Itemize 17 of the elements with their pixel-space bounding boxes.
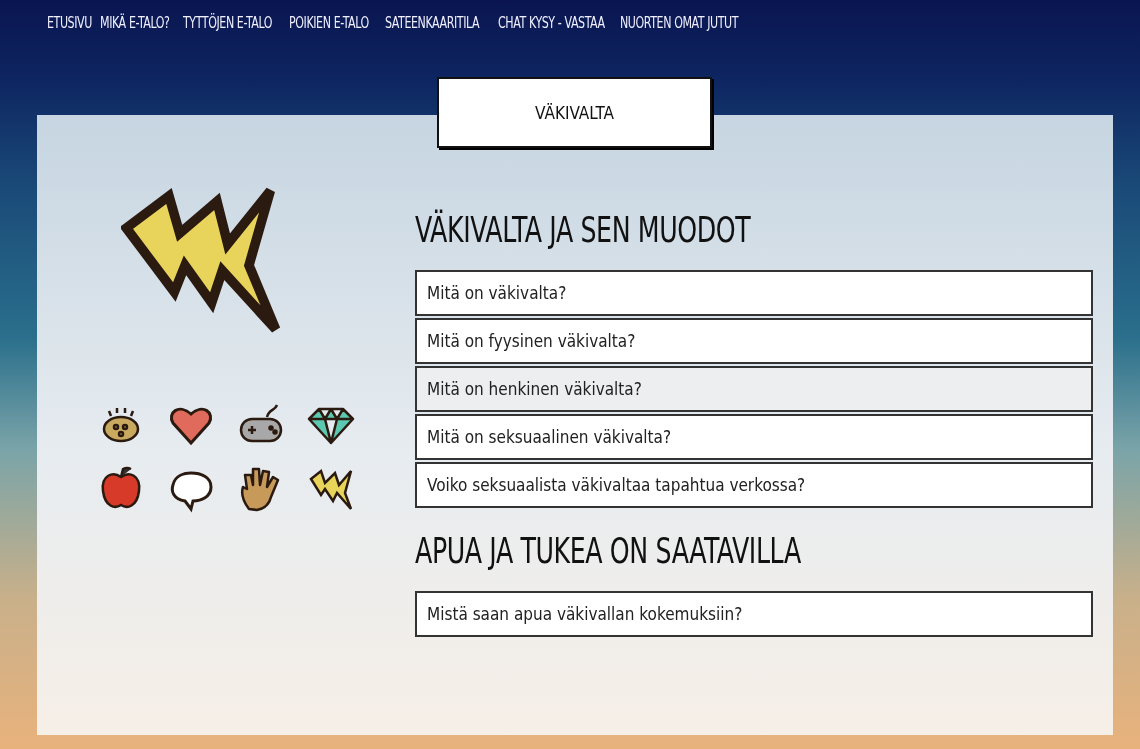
question-link[interactable]: Mitä on fyysinen väkivalta? xyxy=(415,318,1093,364)
nav-link[interactable]: SATEENKAARITILA xyxy=(384,14,479,32)
section-heading: APUA JA TUKEA ON SAATAVILLA xyxy=(415,530,802,571)
nav-link[interactable]: CHAT xyxy=(497,14,526,32)
question-link[interactable]: Voiko seksuaalista väkivaltaa tapahtua verkossa? xyxy=(415,462,1093,508)
question-link[interactable]: Mitä on väkivalta? xyxy=(415,270,1093,316)
section-heading: VÄKIVALTA JA SEN MUODOT xyxy=(415,209,752,250)
question-link[interactable]: Mitä on seksuaalinen väkivalta? xyxy=(415,414,1093,460)
nav-link[interactable]: NUORTEN OMAT JUTUT xyxy=(619,14,738,32)
nav-link[interactable]: MIKÄ E-TALO? xyxy=(99,14,170,32)
nav-link[interactable]: KYSY - VASTAA xyxy=(529,14,606,32)
nav-link[interactable]: ETUSIVU xyxy=(47,14,92,32)
question-link[interactable]: Mistä saan apua väkivallan kokemuksiin? xyxy=(415,591,1093,637)
question-link[interactable]: Mitä on henkinen väkivalta? xyxy=(415,366,1093,412)
nav-link[interactable]: TYTTÖJEN E-TALO xyxy=(182,14,272,32)
nav-link[interactable]: POIKIEN E-TALO xyxy=(289,14,370,32)
lightning-bolt-icon xyxy=(121,185,281,335)
